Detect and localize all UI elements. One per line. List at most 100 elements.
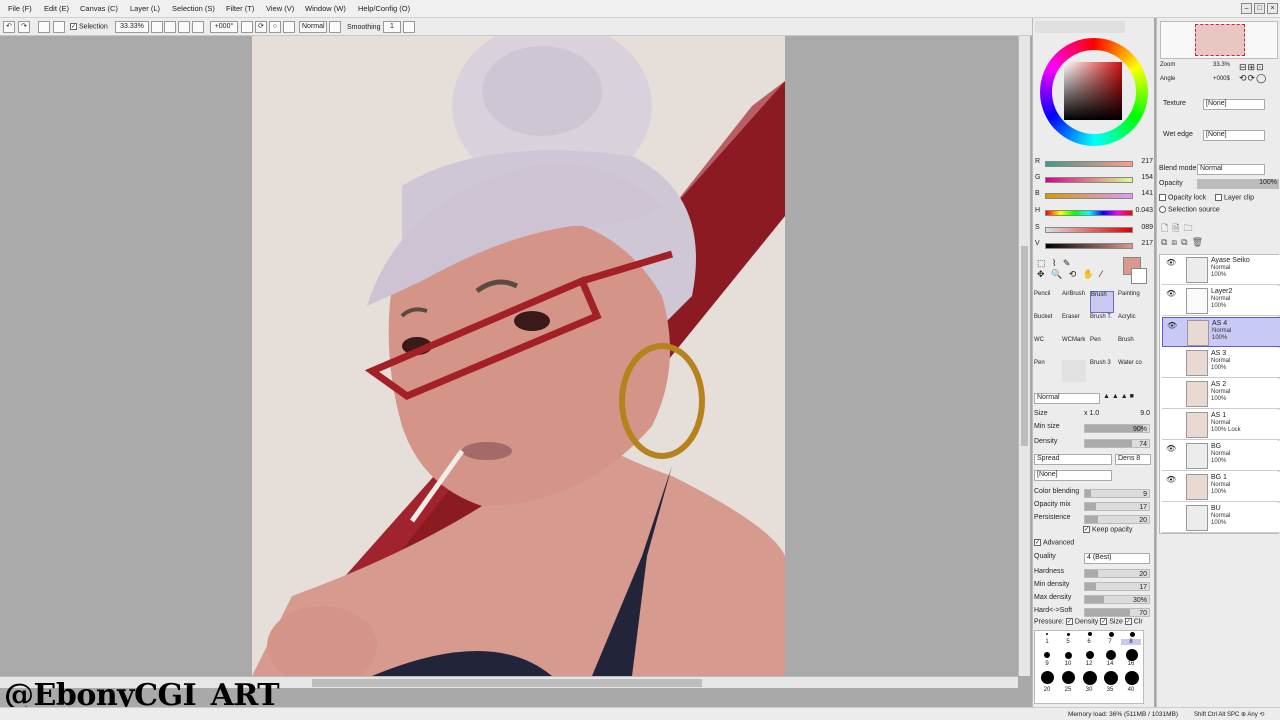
tool-bucket[interactable]: Bucket (1034, 314, 1058, 336)
size-multiplier[interactable]: x 1.0 (1084, 410, 1099, 417)
layer-action-buttons[interactable]: 🗋🗎🗀 ⧉⧈⧉🗑 (1161, 221, 1277, 251)
close-button[interactable]: × (1267, 3, 1278, 14)
min-size-bar[interactable]: 90% (1084, 424, 1150, 433)
tool-brush-t[interactable]: Brush T. (1090, 314, 1114, 336)
layer-blend-select[interactable]: Normal (1197, 164, 1265, 175)
hue-slider[interactable]: H 0.043 (1035, 207, 1153, 219)
value-slider[interactable]: V 217 (1035, 240, 1153, 252)
eye-icon[interactable]: 👁 (1166, 444, 1176, 453)
layer-opacity-bar[interactable]: 100% (1197, 179, 1279, 189)
tool-brush-selected[interactable]: Brush (1090, 291, 1114, 313)
tool-pen-2[interactable]: Pen (1034, 360, 1058, 382)
size-dot[interactable] (1065, 652, 1072, 659)
menu-help[interactable]: Help/Config (O) (358, 4, 410, 13)
size-row[interactable]: Size x 1.0 9.0 (1034, 410, 1154, 422)
tool-wc[interactable]: WC (1034, 337, 1058, 359)
tool-brush-2[interactable]: Brush (1118, 337, 1142, 359)
color-blending-row[interactable]: Color blending 9 (1034, 488, 1154, 500)
redo-icon[interactable]: ↷ (18, 21, 30, 33)
menu-layer[interactable]: Layer (L) (130, 4, 160, 13)
opacity-mix-bar[interactable]: 17 (1084, 502, 1150, 511)
size-dot[interactable] (1067, 633, 1070, 636)
zoom-field[interactable]: 33.33% (115, 21, 149, 33)
green-slider-track[interactable] (1045, 177, 1133, 183)
layer-row-folder[interactable]: 👁 Ayase Seiko Normal 100% (1162, 255, 1280, 285)
density-row[interactable]: Density 74 (1034, 438, 1154, 450)
min-size-row[interactable]: Min size 90% (1034, 423, 1154, 435)
tool-airbrush[interactable]: AirBrush (1062, 291, 1086, 313)
eye-icon[interactable] (1166, 506, 1176, 515)
layer-row-folder[interactable]: BU Normal 100% (1162, 503, 1280, 533)
size-value[interactable]: 9.0 (1140, 410, 1150, 417)
advanced-toggle[interactable]: ✓ Advanced (1034, 539, 1074, 546)
min-density-bar[interactable]: 17 (1084, 582, 1150, 591)
texture-select[interactable]: [None] (1034, 470, 1112, 481)
menu-edit[interactable]: Edit (E) (44, 4, 69, 13)
tool-wcmark[interactable]: WCMark (1062, 337, 1086, 359)
eye-icon[interactable]: 👁 (1166, 258, 1176, 267)
vertical-scroll-thumb[interactable] (1021, 246, 1028, 446)
saturation-slider[interactable]: S 089 (1035, 224, 1153, 236)
eye-icon[interactable] (1166, 382, 1176, 391)
quality-row[interactable]: Quality 4 (Best) (1034, 553, 1154, 565)
layer-row-selected[interactable]: 👁 AS 4 Normal 100% (1162, 317, 1280, 347)
persistence-bar[interactable]: 20 (1084, 515, 1150, 524)
saturation-slider-track[interactable] (1045, 227, 1133, 233)
persistence-row[interactable]: Persistence 20 (1034, 514, 1154, 526)
tool-brush-3[interactable]: Brush 3 (1090, 360, 1114, 382)
size-dot[interactable] (1062, 671, 1075, 684)
rotate-reset-icon[interactable]: ○ (269, 21, 281, 33)
horizontal-scroll-thumb[interactable] (312, 679, 702, 687)
nav-angle-value[interactable]: +000$ (1213, 76, 1230, 82)
eye-icon[interactable]: 👁 (1167, 321, 1177, 330)
nav-zoom-value[interactable]: 33.3% (1213, 62, 1230, 68)
hardness-bar[interactable]: 20 (1084, 569, 1150, 578)
size-dot[interactable] (1125, 671, 1139, 685)
red-slider[interactable]: R 217 (1035, 158, 1153, 170)
size-dot[interactable] (1126, 649, 1138, 661)
red-slider-track[interactable] (1045, 161, 1133, 167)
zoom-reset-icon[interactable] (192, 21, 204, 33)
green-slider[interactable]: G 154 (1035, 174, 1153, 186)
eye-icon[interactable] (1166, 413, 1176, 422)
layer-row[interactable]: 👁 BG 1 Normal 100% (1162, 472, 1280, 502)
size-dot[interactable] (1106, 650, 1116, 660)
tool-pencil[interactable]: Pencil (1034, 291, 1058, 313)
layer-row[interactable]: AS 2 Normal 100% (1162, 379, 1280, 409)
keep-opacity-toggle[interactable]: ✓ Keep opacity (1083, 526, 1132, 533)
color-blending-bar[interactable]: 9 (1084, 489, 1150, 498)
menu-selection[interactable]: Selection (S) (172, 4, 215, 13)
artwork-canvas[interactable] (252, 36, 785, 676)
layer-texture-select[interactable]: [None] (1203, 99, 1265, 110)
opacity-lock-toggle[interactable]: Opacity lock (1159, 194, 1206, 201)
size-dot[interactable] (1086, 651, 1094, 659)
invert-icon[interactable] (53, 21, 65, 33)
max-density-row[interactable]: Max density 30% (1034, 594, 1154, 606)
hue-slider-track[interactable] (1045, 210, 1133, 216)
layer-clip-toggle[interactable]: Layer clip (1215, 194, 1254, 201)
flip-icon[interactable] (283, 21, 295, 33)
menu-filter[interactable]: Filter (T) (226, 4, 254, 13)
tool-pen[interactable]: Pen (1090, 337, 1114, 359)
layer-row[interactable]: AS 1 Normal 100% Lock (1162, 410, 1280, 440)
navigator-viewport[interactable] (1195, 24, 1245, 56)
density-bar[interactable]: 74 (1084, 439, 1150, 448)
hardness-row[interactable]: Hardness 20 (1034, 568, 1154, 580)
stabilizer-icon[interactable] (329, 21, 341, 33)
navigator-preview[interactable] (1160, 21, 1278, 59)
menu-file[interactable]: File (F) (8, 4, 32, 13)
nav-buttons[interactable]: ⊟⊞⊡ ⟲⟳◯ (1239, 62, 1279, 88)
dens-field[interactable]: Dens 8 (1115, 454, 1151, 465)
eye-icon[interactable]: 👁 (1166, 289, 1176, 298)
spread-select[interactable]: Spread (1034, 454, 1112, 465)
wet-edge-select[interactable]: [None] (1203, 130, 1265, 141)
pressure-size-checkbox[interactable]: ✓ (1100, 618, 1108, 625)
brush-blend-select[interactable]: Normal (1034, 393, 1100, 404)
zoom-in-icon[interactable] (178, 21, 190, 33)
menu-canvas[interactable]: Canvas (C) (80, 4, 118, 13)
size-dot[interactable] (1046, 633, 1048, 635)
opacity-mix-row[interactable]: Opacity mix 17 (1034, 501, 1154, 513)
size-dot[interactable] (1109, 632, 1114, 637)
hard-soft-bar[interactable]: 70 (1084, 608, 1150, 617)
size-dot[interactable] (1041, 671, 1054, 684)
